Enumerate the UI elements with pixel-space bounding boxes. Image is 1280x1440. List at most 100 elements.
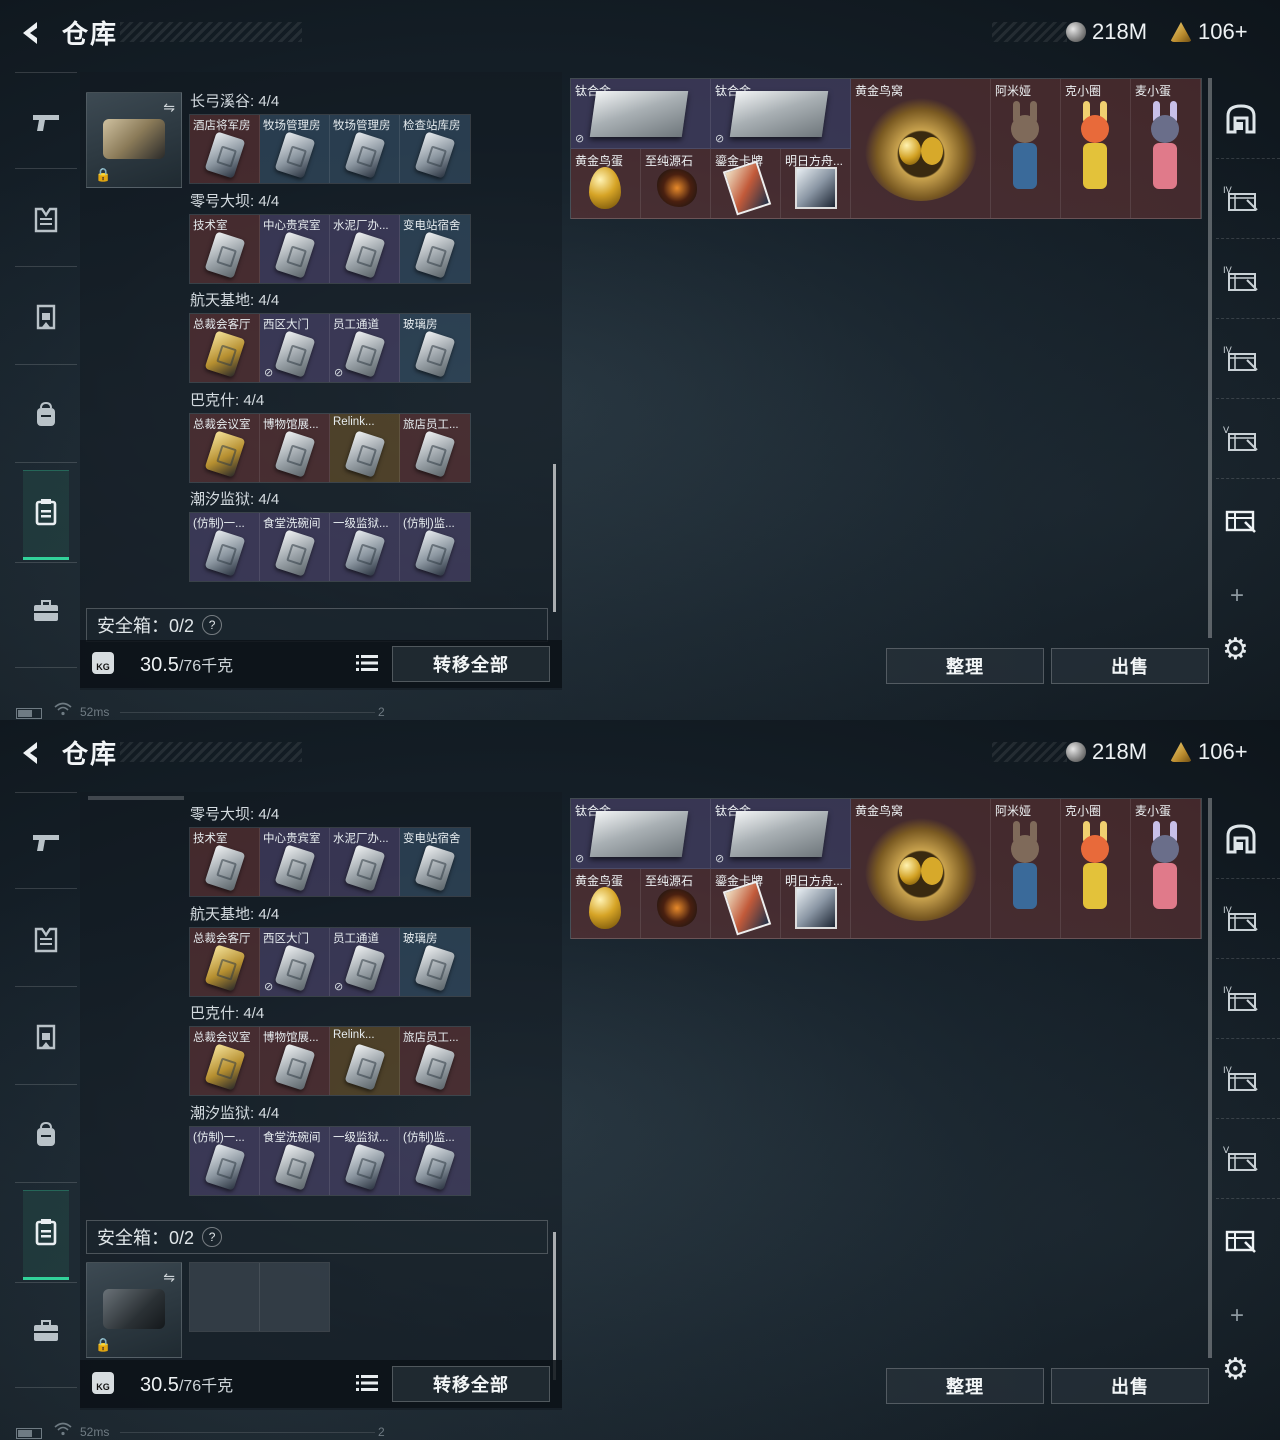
stash-scrollbar[interactable]: [1208, 78, 1212, 638]
golden-egg-item[interactable]: 黄金鸟蛋: [571, 149, 641, 219]
keycard-slot[interactable]: 水泥厂办...: [330, 828, 400, 896]
safebox-slot[interactable]: [190, 1263, 260, 1331]
keycard-slot[interactable]: 中心贵宾室: [260, 828, 330, 896]
stash-tab-5-icon[interactable]: V: [1220, 418, 1262, 460]
arknights-item[interactable]: 明日方舟...: [781, 149, 851, 219]
golden-nest-item[interactable]: 黄金鸟窝: [851, 799, 991, 939]
maixd-figure-item[interactable]: 麦小蛋: [1131, 79, 1201, 219]
list-view-button[interactable]: [352, 648, 382, 678]
keycard-slot[interactable]: 旅店员工...: [400, 413, 470, 482]
stash-tab-3-icon[interactable]: IV: [1220, 978, 1262, 1020]
keycard-slot[interactable]: (仿制)一...: [190, 1126, 260, 1195]
keycard-slot[interactable]: 中心贵宾室: [260, 214, 330, 283]
keycard-case-container[interactable]: ⇋ 🔒: [86, 92, 182, 188]
silver-currency[interactable]: 218M: [1066, 18, 1147, 46]
safebox-header[interactable]: 安全箱：0/2?: [86, 1220, 548, 1254]
keycard-slot[interactable]: 食堂洗碗间: [260, 513, 330, 581]
add-tab-button[interactable]: +: [1230, 582, 1244, 610]
sort-button[interactable]: 整理: [886, 648, 1044, 684]
safebox-slot[interactable]: [259, 1263, 329, 1331]
keycard-slot[interactable]: 总裁会客厅: [190, 314, 260, 382]
keycard-slot[interactable]: 一级监狱...: [330, 513, 400, 581]
keycard-slot[interactable]: 西区大门 ⊘: [260, 927, 330, 996]
keycard-slot[interactable]: 玻璃房: [400, 314, 470, 382]
keycard-slot[interactable]: 一级监狱...: [330, 1126, 400, 1195]
keycard-slot[interactable]: 旅店员工...: [400, 1027, 470, 1095]
gilded-card-item[interactable]: 鎏金卡牌: [711, 869, 781, 939]
back-button[interactable]: [14, 16, 48, 50]
nav-tab-keycard-case[interactable]: [23, 470, 69, 560]
keycard-slot[interactable]: 博物馆展...: [260, 413, 330, 482]
sell-button[interactable]: 出售: [1051, 648, 1209, 684]
keycard-slot[interactable]: 水泥厂办...: [330, 214, 400, 283]
titanium-alloy-item[interactable]: 钛合金 ⊘: [711, 799, 851, 869]
nav-tab-pistol[interactable]: [23, 800, 69, 890]
gold-currency[interactable]: 106+: [1170, 18, 1248, 46]
keycard-slot[interactable]: (仿制)监...: [400, 1126, 470, 1195]
keycard-slot[interactable]: 玻璃房: [400, 927, 470, 996]
pure-originium-item[interactable]: 至纯源石: [641, 149, 711, 219]
keycard-slot[interactable]: 总裁会议室: [190, 413, 260, 482]
nav-tab-pistol[interactable]: [23, 80, 69, 170]
stash-tab-2-icon[interactable]: IV: [1220, 178, 1262, 220]
safebox-container[interactable]: ⇋ 🔒: [86, 1262, 182, 1358]
add-tab-button[interactable]: +: [1230, 1302, 1244, 1330]
nav-tab-briefcase[interactable]: [23, 1288, 69, 1378]
help-icon[interactable]: ?: [202, 615, 223, 635]
transfer-all-button[interactable]: 转移全部: [392, 1366, 550, 1402]
settings-gear-icon[interactable]: ⚙: [1222, 1352, 1249, 1387]
inventory-scrollbar[interactable]: [553, 1232, 556, 1380]
maixd-figure-item[interactable]: 麦小蛋: [1131, 799, 1201, 939]
keycard-slot[interactable]: 变电站宿舍: [400, 828, 470, 896]
keycard-slot[interactable]: 西区大门 ⊘: [260, 314, 330, 382]
kexq-figure-item[interactable]: 克小圈: [1061, 799, 1131, 939]
arknights-item[interactable]: 明日方舟...: [781, 869, 851, 939]
keycard-slot[interactable]: (仿制)一...: [190, 513, 260, 581]
sort-button[interactable]: 整理: [886, 1368, 1044, 1404]
keycard-slot[interactable]: 酒店将军房: [190, 115, 260, 183]
back-button[interactable]: [14, 736, 48, 770]
gilded-card-item[interactable]: 鎏金卡牌: [711, 149, 781, 219]
keycard-slot[interactable]: 检查站库房: [400, 115, 470, 183]
keycard-slot[interactable]: 总裁会客厅: [190, 927, 260, 996]
keycard-slot[interactable]: 牧场管理房: [260, 115, 330, 183]
home-stash-icon[interactable]: [1220, 98, 1262, 140]
keycard-slot[interactable]: 食堂洗碗间: [260, 1126, 330, 1195]
pure-originium-item[interactable]: 至纯源石: [641, 869, 711, 939]
nav-tab-armor[interactable]: [23, 177, 69, 267]
stash-scrollbar[interactable]: [1208, 798, 1212, 1358]
keycard-slot[interactable]: 博物馆展...: [260, 1027, 330, 1095]
keycard-slot[interactable]: 员工通道 ⊘: [330, 314, 400, 382]
keycard-slot[interactable]: Relink...: [330, 413, 400, 482]
stash-tab-2-icon[interactable]: IV: [1220, 898, 1262, 940]
kexq-figure-item[interactable]: 克小圈: [1061, 79, 1131, 219]
nav-tab-backpack[interactable]: [23, 1092, 69, 1182]
stash-tab-3-icon[interactable]: IV: [1220, 258, 1262, 300]
stash-tab-4-icon[interactable]: IV: [1220, 1058, 1262, 1100]
stash-tab-5-icon[interactable]: V: [1220, 1138, 1262, 1180]
help-icon[interactable]: ?: [202, 1227, 223, 1247]
golden-nest-item[interactable]: 黄金鸟窝: [851, 79, 991, 219]
stash-tab-6-icon[interactable]: [1220, 1218, 1262, 1260]
keycard-slot[interactable]: 技术室: [190, 214, 260, 283]
scrollbar-thumb[interactable]: [553, 1232, 556, 1380]
keycard-slot[interactable]: 变电站宿舍: [400, 214, 470, 283]
amiya-figure-item[interactable]: 阿米娅: [991, 79, 1061, 219]
safebox-header[interactable]: 安全箱：0/2?: [86, 608, 548, 642]
keycard-slot[interactable]: 牧场管理房: [330, 115, 400, 183]
nav-tab-backpack[interactable]: [23, 372, 69, 462]
swap-icon[interactable]: ⇋: [163, 1269, 175, 1286]
home-stash-icon[interactable]: [1220, 818, 1262, 860]
settings-gear-icon[interactable]: ⚙: [1222, 632, 1249, 667]
list-view-button[interactable]: [352, 1368, 382, 1398]
gold-currency[interactable]: 106+: [1170, 738, 1248, 766]
keycard-slot[interactable]: 员工通道 ⊘: [330, 927, 400, 996]
swap-icon[interactable]: ⇋: [163, 99, 175, 116]
nav-tab-chest-rig[interactable]: [23, 994, 69, 1084]
silver-currency[interactable]: 218M: [1066, 738, 1147, 766]
transfer-all-button[interactable]: 转移全部: [392, 646, 550, 682]
keycard-slot[interactable]: 技术室: [190, 828, 260, 896]
inventory-scrollbar[interactable]: [553, 464, 556, 612]
titanium-alloy-item[interactable]: 钛合金 ⊘: [571, 799, 711, 869]
nav-tab-briefcase[interactable]: [23, 568, 69, 658]
